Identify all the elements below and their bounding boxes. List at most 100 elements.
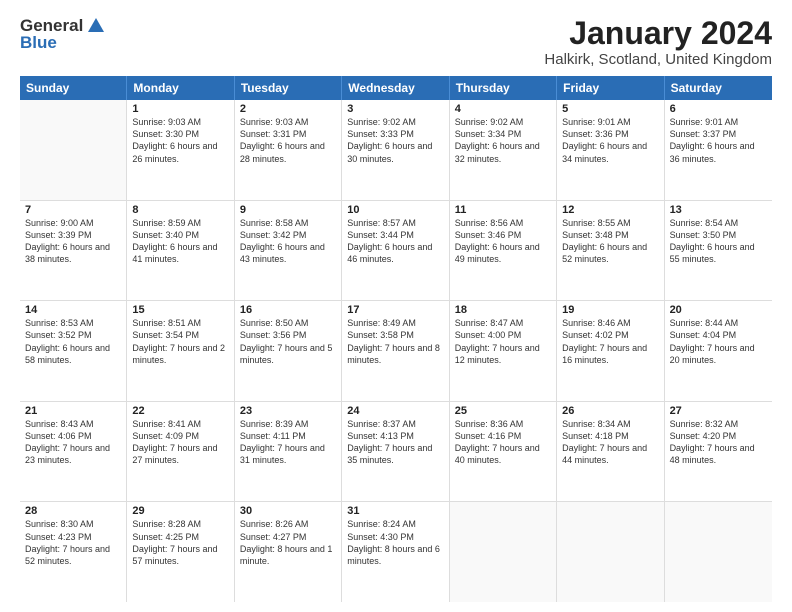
day-number: 29 bbox=[132, 505, 228, 517]
day-number: 3 bbox=[347, 103, 443, 115]
calendar-cell: 13 Sunrise: 8:54 AMSunset: 3:50 PMDaylig… bbox=[665, 201, 772, 301]
day-number: 18 bbox=[455, 304, 551, 316]
header-cell-wednesday: Wednesday bbox=[342, 76, 449, 100]
calendar-cell: 26 Sunrise: 8:34 AMSunset: 4:18 PMDaylig… bbox=[557, 402, 664, 502]
cell-sunrise: Sunrise: 8:24 AMSunset: 4:30 PMDaylight:… bbox=[347, 519, 440, 565]
calendar-cell: 10 Sunrise: 8:57 AMSunset: 3:44 PMDaylig… bbox=[342, 201, 449, 301]
day-number: 21 bbox=[25, 405, 121, 417]
cell-sunrise: Sunrise: 8:39 AMSunset: 4:11 PMDaylight:… bbox=[240, 419, 325, 465]
cell-sunrise: Sunrise: 8:30 AMSunset: 4:23 PMDaylight:… bbox=[25, 519, 110, 565]
calendar-header: SundayMondayTuesdayWednesdayThursdayFrid… bbox=[20, 76, 772, 100]
day-number: 10 bbox=[347, 204, 443, 216]
day-number: 8 bbox=[132, 204, 228, 216]
calendar-cell: 12 Sunrise: 8:55 AMSunset: 3:48 PMDaylig… bbox=[557, 201, 664, 301]
cell-sunrise: Sunrise: 8:53 AMSunset: 3:52 PMDaylight:… bbox=[25, 318, 110, 364]
header: General Blue January 2024 Halkirk, Scotl… bbox=[20, 16, 772, 68]
calendar-cell: 3 Sunrise: 9:02 AMSunset: 3:33 PMDayligh… bbox=[342, 100, 449, 200]
logo-icon bbox=[86, 16, 106, 36]
cell-sunrise: Sunrise: 9:02 AMSunset: 3:33 PMDaylight:… bbox=[347, 117, 432, 163]
day-number: 7 bbox=[25, 204, 121, 216]
day-number: 4 bbox=[455, 103, 551, 115]
cell-sunrise: Sunrise: 8:46 AMSunset: 4:02 PMDaylight:… bbox=[562, 318, 647, 364]
day-number: 28 bbox=[25, 505, 121, 517]
logo: General Blue bbox=[20, 16, 107, 53]
cell-sunrise: Sunrise: 8:37 AMSunset: 4:13 PMDaylight:… bbox=[347, 419, 432, 465]
day-number: 16 bbox=[240, 304, 336, 316]
day-number: 15 bbox=[132, 304, 228, 316]
day-number: 5 bbox=[562, 103, 658, 115]
calendar-cell: 14 Sunrise: 8:53 AMSunset: 3:52 PMDaylig… bbox=[20, 301, 127, 401]
calendar-cell: 29 Sunrise: 8:28 AMSunset: 4:25 PMDaylig… bbox=[127, 502, 234, 602]
day-number: 11 bbox=[455, 204, 551, 216]
calendar-cell: 9 Sunrise: 8:58 AMSunset: 3:42 PMDayligh… bbox=[235, 201, 342, 301]
cell-sunrise: Sunrise: 8:54 AMSunset: 3:50 PMDaylight:… bbox=[670, 218, 755, 264]
day-number: 25 bbox=[455, 405, 551, 417]
day-number: 31 bbox=[347, 505, 443, 517]
title-block: January 2024 Halkirk, Scotland, United K… bbox=[544, 16, 772, 68]
cell-sunrise: Sunrise: 8:36 AMSunset: 4:16 PMDaylight:… bbox=[455, 419, 540, 465]
calendar-cell: 21 Sunrise: 8:43 AMSunset: 4:06 PMDaylig… bbox=[20, 402, 127, 502]
cell-sunrise: Sunrise: 9:03 AMSunset: 3:31 PMDaylight:… bbox=[240, 117, 325, 163]
day-number: 22 bbox=[132, 405, 228, 417]
calendar-row-5: 28 Sunrise: 8:30 AMSunset: 4:23 PMDaylig… bbox=[20, 502, 772, 602]
header-cell-monday: Monday bbox=[127, 76, 234, 100]
day-number: 13 bbox=[670, 204, 767, 216]
calendar: SundayMondayTuesdayWednesdayThursdayFrid… bbox=[20, 76, 772, 602]
cell-sunrise: Sunrise: 9:00 AMSunset: 3:39 PMDaylight:… bbox=[25, 218, 110, 264]
calendar-cell: 22 Sunrise: 8:41 AMSunset: 4:09 PMDaylig… bbox=[127, 402, 234, 502]
calendar-cell bbox=[665, 502, 772, 602]
calendar-cell: 28 Sunrise: 8:30 AMSunset: 4:23 PMDaylig… bbox=[20, 502, 127, 602]
cell-sunrise: Sunrise: 8:49 AMSunset: 3:58 PMDaylight:… bbox=[347, 318, 440, 364]
calendar-cell: 25 Sunrise: 8:36 AMSunset: 4:16 PMDaylig… bbox=[450, 402, 557, 502]
calendar-cell: 30 Sunrise: 8:26 AMSunset: 4:27 PMDaylig… bbox=[235, 502, 342, 602]
calendar-cell: 20 Sunrise: 8:44 AMSunset: 4:04 PMDaylig… bbox=[665, 301, 772, 401]
cell-sunrise: Sunrise: 9:01 AMSunset: 3:37 PMDaylight:… bbox=[670, 117, 755, 163]
cell-sunrise: Sunrise: 8:59 AMSunset: 3:40 PMDaylight:… bbox=[132, 218, 217, 264]
calendar-cell: 23 Sunrise: 8:39 AMSunset: 4:11 PMDaylig… bbox=[235, 402, 342, 502]
calendar-row-4: 21 Sunrise: 8:43 AMSunset: 4:06 PMDaylig… bbox=[20, 402, 772, 503]
day-number: 2 bbox=[240, 103, 336, 115]
day-number: 6 bbox=[670, 103, 767, 115]
cell-sunrise: Sunrise: 8:44 AMSunset: 4:04 PMDaylight:… bbox=[670, 318, 755, 364]
calendar-row-2: 7 Sunrise: 9:00 AMSunset: 3:39 PMDayligh… bbox=[20, 201, 772, 302]
calendar-cell: 17 Sunrise: 8:49 AMSunset: 3:58 PMDaylig… bbox=[342, 301, 449, 401]
cell-sunrise: Sunrise: 8:51 AMSunset: 3:54 PMDaylight:… bbox=[132, 318, 225, 364]
calendar-row-1: 1 Sunrise: 9:03 AMSunset: 3:30 PMDayligh… bbox=[20, 100, 772, 201]
day-number: 12 bbox=[562, 204, 658, 216]
calendar-cell: 19 Sunrise: 8:46 AMSunset: 4:02 PMDaylig… bbox=[557, 301, 664, 401]
header-cell-thursday: Thursday bbox=[450, 76, 557, 100]
cell-sunrise: Sunrise: 8:47 AMSunset: 4:00 PMDaylight:… bbox=[455, 318, 540, 364]
day-number: 17 bbox=[347, 304, 443, 316]
calendar-cell: 6 Sunrise: 9:01 AMSunset: 3:37 PMDayligh… bbox=[665, 100, 772, 200]
day-number: 9 bbox=[240, 204, 336, 216]
calendar-row-3: 14 Sunrise: 8:53 AMSunset: 3:52 PMDaylig… bbox=[20, 301, 772, 402]
header-cell-tuesday: Tuesday bbox=[235, 76, 342, 100]
cell-sunrise: Sunrise: 8:32 AMSunset: 4:20 PMDaylight:… bbox=[670, 419, 755, 465]
cell-sunrise: Sunrise: 8:41 AMSunset: 4:09 PMDaylight:… bbox=[132, 419, 217, 465]
month-title: January 2024 bbox=[544, 16, 772, 51]
calendar-cell bbox=[450, 502, 557, 602]
calendar-cell: 16 Sunrise: 8:50 AMSunset: 3:56 PMDaylig… bbox=[235, 301, 342, 401]
cell-sunrise: Sunrise: 9:02 AMSunset: 3:34 PMDaylight:… bbox=[455, 117, 540, 163]
location: Halkirk, Scotland, United Kingdom bbox=[544, 51, 772, 68]
calendar-cell: 18 Sunrise: 8:47 AMSunset: 4:00 PMDaylig… bbox=[450, 301, 557, 401]
cell-sunrise: Sunrise: 8:43 AMSunset: 4:06 PMDaylight:… bbox=[25, 419, 110, 465]
cell-sunrise: Sunrise: 8:58 AMSunset: 3:42 PMDaylight:… bbox=[240, 218, 325, 264]
day-number: 24 bbox=[347, 405, 443, 417]
cell-sunrise: Sunrise: 8:34 AMSunset: 4:18 PMDaylight:… bbox=[562, 419, 647, 465]
day-number: 23 bbox=[240, 405, 336, 417]
calendar-cell: 8 Sunrise: 8:59 AMSunset: 3:40 PMDayligh… bbox=[127, 201, 234, 301]
calendar-cell: 11 Sunrise: 8:56 AMSunset: 3:46 PMDaylig… bbox=[450, 201, 557, 301]
calendar-body: 1 Sunrise: 9:03 AMSunset: 3:30 PMDayligh… bbox=[20, 100, 772, 602]
header-cell-saturday: Saturday bbox=[665, 76, 772, 100]
day-number: 30 bbox=[240, 505, 336, 517]
calendar-cell: 27 Sunrise: 8:32 AMSunset: 4:20 PMDaylig… bbox=[665, 402, 772, 502]
cell-sunrise: Sunrise: 8:57 AMSunset: 3:44 PMDaylight:… bbox=[347, 218, 432, 264]
calendar-cell: 5 Sunrise: 9:01 AMSunset: 3:36 PMDayligh… bbox=[557, 100, 664, 200]
logo-blue: Blue bbox=[20, 34, 57, 53]
calendar-cell: 7 Sunrise: 9:00 AMSunset: 3:39 PMDayligh… bbox=[20, 201, 127, 301]
day-number: 20 bbox=[670, 304, 767, 316]
day-number: 14 bbox=[25, 304, 121, 316]
cell-sunrise: Sunrise: 8:56 AMSunset: 3:46 PMDaylight:… bbox=[455, 218, 540, 264]
cell-sunrise: Sunrise: 9:01 AMSunset: 3:36 PMDaylight:… bbox=[562, 117, 647, 163]
